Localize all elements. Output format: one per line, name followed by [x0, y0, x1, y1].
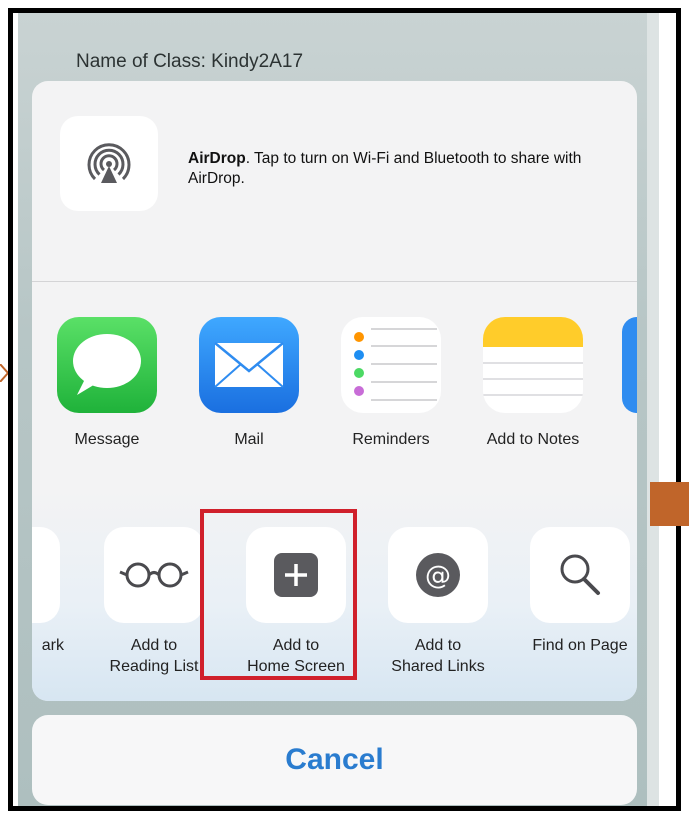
class-name-text: Name of Class: Kindy2A17 — [76, 51, 304, 72]
app-label-notes: Add to Notes — [486, 431, 580, 448]
share-app-partial[interactable] — [622, 317, 637, 413]
airdrop-title: AirDrop — [188, 150, 246, 167]
action-label-shared-links: Add to Shared Links — [391, 637, 485, 675]
glasses-icon — [104, 527, 204, 623]
airdrop-description: AirDrop. Tap to turn on Wi-Fi and Blueto… — [188, 149, 608, 189]
action-label-reading-list: Add to Reading List — [109, 637, 199, 675]
action-find-on-page[interactable]: Find on Page — [520, 527, 637, 656]
reminders-icon — [341, 317, 441, 413]
share-app-notes[interactable]: Add to Notes — [478, 317, 588, 449]
action-add-to-reading-list[interactable]: Add to Reading List — [94, 527, 214, 677]
share-app-reminders[interactable]: Reminders — [336, 317, 446, 449]
screen-edge — [647, 13, 659, 806]
action-label-bookmark: ark — [41, 637, 64, 654]
phone-screen: Name of Class: Kindy2A17 AirDrop. Tap to… — [18, 13, 659, 806]
airdrop-icon — [87, 142, 131, 183]
airdrop-hint: . Tap to turn on Wi-Fi and Bluetooth to … — [188, 150, 582, 187]
notes-icon — [483, 317, 583, 413]
share-app-message[interactable]: Message — [52, 317, 162, 449]
app-label-message: Message — [74, 431, 140, 448]
search-icon — [530, 527, 630, 623]
cancel-button[interactable]: Cancel — [32, 715, 637, 805]
share-apps-row: Message Mail Reminders Add to Notes — [32, 281, 637, 492]
action-label-find-on-page: Find on Page — [532, 637, 628, 654]
action-bookmark[interactable]: ark — [32, 527, 70, 656]
airdrop-section: AirDrop. Tap to turn on Wi-Fi and Blueto… — [32, 81, 637, 282]
orange-marker — [650, 482, 689, 526]
at-icon: @ — [388, 527, 488, 623]
orange-arrow-marker — [0, 364, 8, 382]
app-label-mail: Mail — [234, 431, 264, 448]
mail-icon — [199, 317, 299, 413]
action-add-to-shared-links[interactable]: @ Add to Shared Links — [378, 527, 498, 677]
airdrop-button[interactable] — [60, 116, 158, 211]
share-app-mail[interactable]: Mail — [194, 317, 304, 449]
highlight-box — [200, 509, 357, 680]
app-label-reminders: Reminders — [352, 431, 430, 448]
screenshot-frame: Name of Class: Kindy2A17 AirDrop. Tap to… — [8, 8, 681, 811]
bookmark-icon — [32, 527, 60, 623]
messages-icon — [57, 317, 157, 413]
svg-text:@: @ — [425, 561, 451, 591]
